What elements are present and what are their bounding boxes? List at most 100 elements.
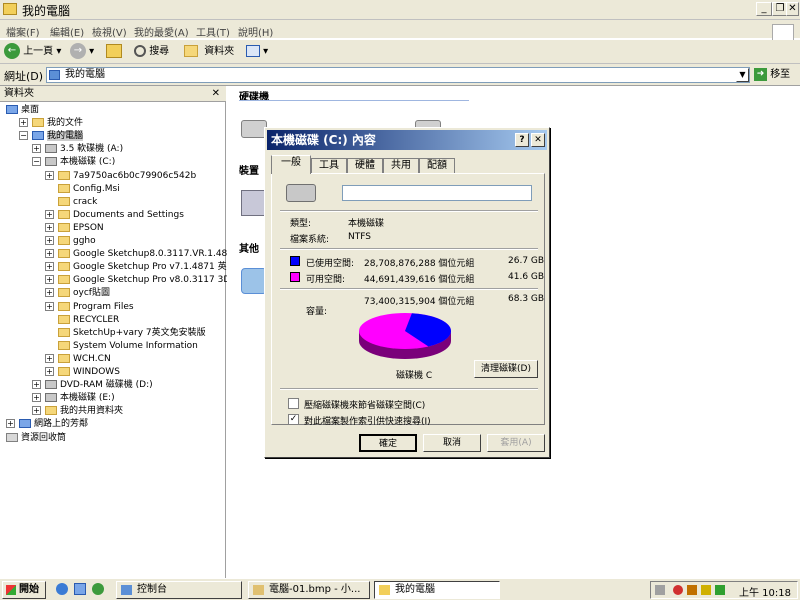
expand-icon[interactable]: +	[45, 170, 54, 180]
tree-item[interactable]: + Google Sketchup Pro v8.0.3117 3D繪圖軟	[45, 274, 257, 287]
expand-icon[interactable]: +	[45, 222, 54, 232]
tree-item[interactable]: − 我的電腦	[19, 130, 84, 143]
disk-cleanup-button[interactable]: 清理磁碟(D)	[474, 360, 538, 378]
tab-hardware[interactable]: 硬體	[347, 158, 383, 174]
folder-icon	[58, 327, 70, 337]
tree-item[interactable]: 桌面	[6, 104, 39, 117]
folders-pane: 資料夾 ✕ 桌面 + 我的文件 − 我的電腦 +3.5 軟碟機 (A:) − 本機磁碟 (C:…	[0, 86, 260, 578]
tree-item[interactable]: crack	[45, 196, 97, 209]
tab-sharing[interactable]: 共用	[383, 158, 419, 174]
expand-icon[interactable]: +	[45, 367, 54, 376]
expand-icon[interactable]: +	[45, 288, 54, 298]
tab-quota[interactable]: 配額	[419, 158, 455, 174]
back-button[interactable]: ← 上一頁 ▾	[4, 43, 66, 61]
cancel-button[interactable]: 取消	[423, 434, 481, 452]
divider	[280, 288, 538, 290]
tree-item[interactable]: Config.Msi	[45, 183, 120, 196]
menu-file[interactable]: 檔案(F)	[6, 24, 40, 39]
tree-item[interactable]: +7a9750ac6b0c79906c542b	[45, 170, 196, 183]
type-label: 類型:	[290, 219, 312, 229]
tab-tools[interactable]: 工具	[311, 158, 347, 174]
drive-icon	[45, 393, 57, 403]
menu-view[interactable]: 檢視(V)	[92, 24, 127, 39]
up-folder-button[interactable]	[106, 43, 126, 61]
expand-icon[interactable]: +	[6, 419, 15, 429]
expand-icon[interactable]: +	[32, 380, 41, 390]
expand-icon[interactable]: +	[32, 406, 41, 416]
tree-item[interactable]: + Google Sketchup Pro v7.1.4871 英文攜帶	[45, 261, 254, 274]
index-checkbox[interactable]: ✓	[288, 414, 299, 425]
desktop-icon	[6, 105, 18, 114]
expand-icon[interactable]: +	[45, 236, 54, 245]
antivirus-icon[interactable]	[715, 585, 725, 595]
apply-button[interactable]: 套用(A)	[487, 434, 545, 452]
volume-label-input[interactable]	[342, 185, 532, 201]
free-space-gb: 41.6 GB	[508, 272, 545, 282]
menu-help[interactable]: 說明(H)	[238, 24, 273, 39]
tree-item[interactable]: + WINDOWS	[45, 366, 120, 379]
tree-item[interactable]: SketchUp+vary 7英文免安裝版	[45, 327, 206, 340]
expand-icon[interactable]: +	[45, 301, 54, 311]
tree-item[interactable]: + WCH.CN	[45, 353, 111, 366]
speaker-icon[interactable]	[687, 585, 697, 595]
task-my-computer[interactable]: 我的電腦	[374, 581, 500, 599]
tree-item[interactable]: + 我的文件	[19, 117, 83, 130]
tree-item[interactable]: + ggho	[45, 235, 96, 248]
forward-button[interactable]: → ▾	[70, 43, 100, 61]
tree-item[interactable]: RECYCLER	[45, 314, 119, 327]
media-player-icon[interactable]	[92, 583, 104, 595]
tree-item[interactable]: + Program Files	[45, 301, 134, 314]
menu-edit[interactable]: 編輯(E)	[50, 24, 84, 39]
search-button[interactable]: 搜尋	[134, 43, 178, 61]
expand-icon[interactable]: +	[45, 209, 54, 219]
address-input[interactable]: 我的電腦	[46, 67, 750, 83]
internet-explorer-icon[interactable]	[56, 583, 68, 595]
menu-favorites[interactable]: 我的最愛(A)	[134, 24, 189, 39]
expand-icon[interactable]: +	[32, 393, 41, 403]
compress-checkbox[interactable]	[288, 398, 299, 409]
taskbar: 開始 控制台 電腦-01.bmp - 小... 我的電腦 上午 10:18	[0, 578, 800, 600]
task-paint[interactable]: 電腦-01.bmp - 小...	[248, 581, 370, 599]
tree-item[interactable]: + 網路上的芳鄰	[6, 418, 88, 431]
dialog-close-button[interactable]: ✕	[531, 133, 545, 147]
folders-pane-close-icon[interactable]: ✕	[212, 86, 220, 102]
task-control-panel[interactable]: 控制台	[116, 581, 242, 599]
network-icon[interactable]	[701, 585, 711, 595]
show-desktop-icon[interactable]	[74, 583, 86, 595]
expand-icon[interactable]: +	[45, 275, 54, 285]
network-places-icon	[19, 419, 31, 429]
minimize-button[interactable]: _	[756, 2, 772, 16]
tree-item[interactable]: 資源回收筒	[6, 432, 66, 445]
tree-item[interactable]: + 本機磁碟 (E:)	[32, 392, 115, 405]
menu-tools[interactable]: 工具(T)	[196, 24, 230, 39]
ok-button[interactable]: 確定	[359, 434, 417, 452]
expand-icon[interactable]: +	[32, 144, 41, 154]
tree-item[interactable]: + Documents and Settings	[45, 209, 184, 222]
address-dropdown-button[interactable]: ▼	[736, 68, 749, 82]
close-button[interactable]: ✕	[786, 2, 799, 16]
tree-item[interactable]: + 我的共用資料夾	[32, 405, 123, 418]
expand-icon[interactable]: +	[19, 118, 28, 128]
collapse-icon[interactable]: −	[32, 157, 41, 167]
folders-button[interactable]: 資料夾	[184, 43, 238, 61]
help-button[interactable]: ?	[515, 133, 529, 147]
collapse-icon[interactable]: −	[19, 131, 28, 141]
section-header-removable: 裝置	[239, 166, 259, 177]
expand-icon[interactable]: +	[45, 249, 54, 259]
keyboard-icon[interactable]	[655, 585, 665, 595]
tree-item[interactable]: − 本機磁碟 (C:)	[32, 156, 115, 169]
tree-item-label: SketchUp+vary 7英文免安裝版	[73, 327, 206, 338]
tree-item-label: 本機磁碟 (E:)	[60, 393, 115, 404]
tree-item[interactable]: + DVD-RAM 磁碟機 (D:)	[32, 379, 153, 392]
views-button[interactable]: ▾	[246, 43, 274, 61]
tree-item[interactable]: +3.5 軟碟機 (A:)	[32, 143, 123, 156]
start-button[interactable]: 開始	[2, 581, 46, 599]
expand-icon[interactable]: +	[45, 353, 54, 363]
security-icon[interactable]	[673, 585, 683, 595]
go-button[interactable]: ➜ 移至	[754, 67, 796, 83]
expand-icon[interactable]: +	[45, 262, 54, 272]
tree-item[interactable]: System Volume Information	[45, 340, 198, 353]
tab-general[interactable]: 一般	[271, 155, 311, 174]
tree-item[interactable]: + EPSON	[45, 222, 104, 235]
tree-item[interactable]: + oycf貼圖	[45, 287, 110, 300]
